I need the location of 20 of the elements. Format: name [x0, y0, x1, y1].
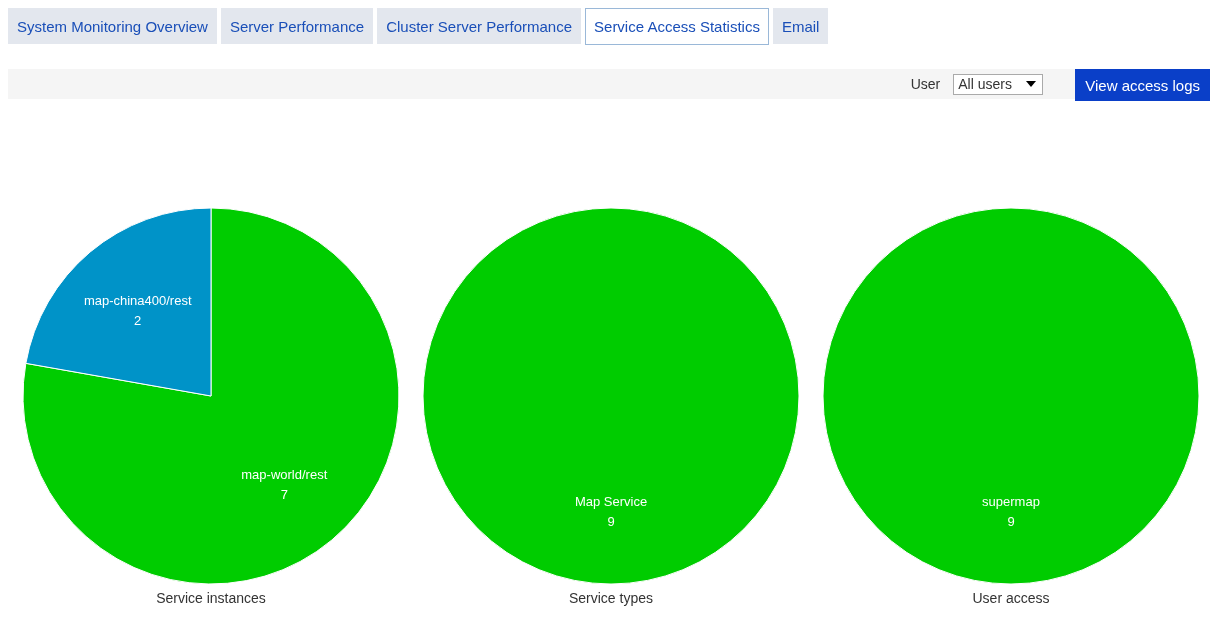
- tab[interactable]: Server Performance: [220, 8, 374, 44]
- user-label: User: [910, 76, 941, 92]
- caret-icon: [1026, 81, 1037, 87]
- chart-title: Service instances: [156, 590, 266, 606]
- slice-value: 7: [280, 487, 288, 503]
- slice-label: map-china400/rest: [83, 292, 192, 308]
- tab[interactable]: Service Access Statistics: [585, 8, 769, 45]
- user-select[interactable]: All users: [953, 73, 1044, 95]
- tab[interactable]: Cluster Server Performance: [377, 8, 582, 44]
- tab[interactable]: System Monitoring Overview: [8, 8, 217, 44]
- slice-value: 9: [607, 514, 615, 529]
- slice-label: supermap: [982, 494, 1040, 509]
- slice-label: map-world/rest: [241, 467, 328, 483]
- view-logs-button[interactable]: View access logs: [1075, 69, 1210, 101]
- slice-value: 9: [1007, 514, 1015, 529]
- chart-title: Service types: [568, 590, 653, 606]
- tab[interactable]: Email: [772, 8, 829, 44]
- slice-label: Map Service: [574, 494, 648, 509]
- chart-title: User access: [972, 590, 1050, 606]
- slice-value: 2: [134, 312, 142, 328]
